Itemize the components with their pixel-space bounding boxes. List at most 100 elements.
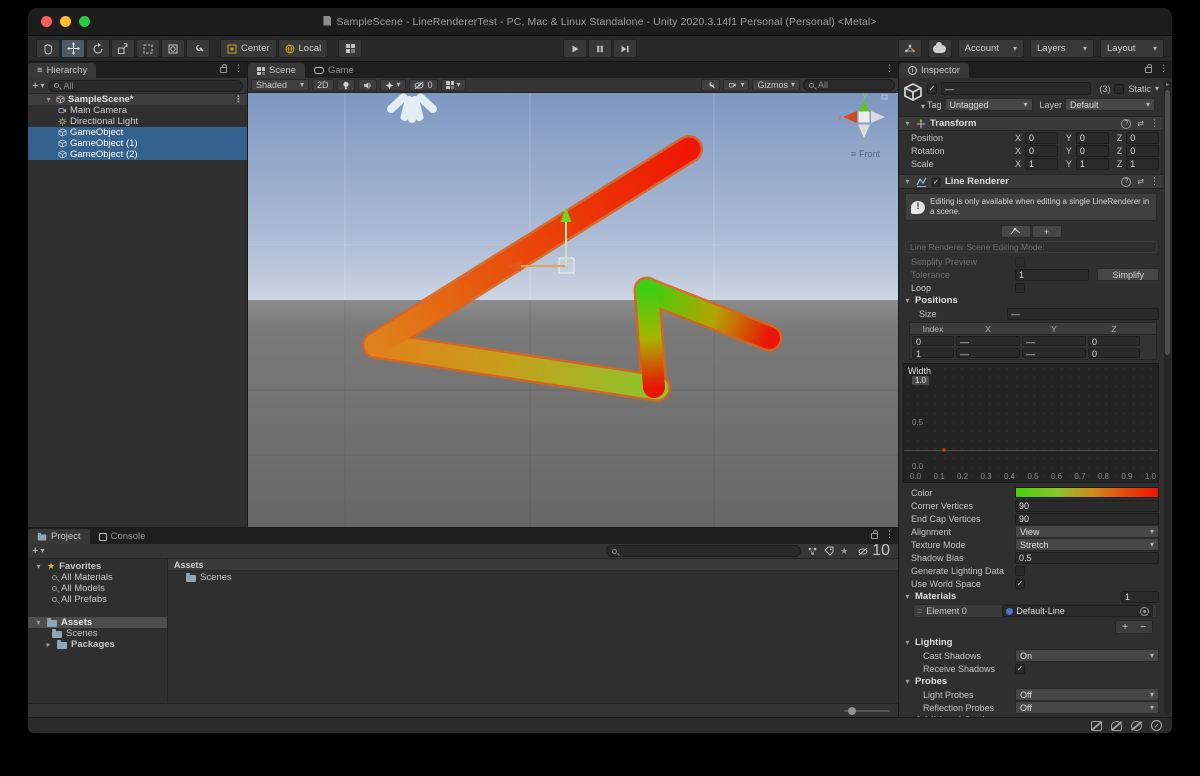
auto-generate-lighting-off-icon[interactable] — [1091, 720, 1102, 731]
account-dropdown[interactable]: Account ▾ — [957, 39, 1024, 58]
remove-material-button[interactable]: − — [1134, 621, 1152, 633]
collab-button[interactable] — [897, 39, 922, 58]
thumbnail-size-slider[interactable] — [844, 706, 890, 715]
panel-menu-icon[interactable]: ⋮ — [885, 530, 894, 539]
foldout-open-icon[interactable]: ▾ — [34, 618, 43, 627]
hierarchy-item-gameobject-1[interactable]: GameObject (1) — [28, 138, 247, 149]
cloud-button[interactable] — [927, 39, 952, 58]
scene-tools-button[interactable] — [701, 79, 721, 91]
position-z-field[interactable]: 0 — [1126, 131, 1160, 144]
bake-disabled-icon[interactable] — [1111, 720, 1122, 731]
move-tool-button[interactable] — [61, 39, 85, 58]
index-field[interactable]: 0 — [912, 336, 954, 347]
end-cap-vertices-field[interactable]: 90 — [1015, 512, 1159, 525]
line-renderer-header[interactable]: ▾ ✓ Line Renderer ? ⇄ ⋮ — [899, 174, 1163, 189]
2d-toggle-button[interactable]: 2D — [312, 79, 334, 91]
pause-button[interactable] — [588, 39, 612, 58]
scene-visibility-button[interactable]: 0 — [408, 79, 438, 91]
rotation-z-field[interactable]: 0 — [1126, 144, 1160, 157]
transform-header[interactable]: ▾ Transform ? ⇄ ⋮ — [899, 116, 1163, 131]
panel-menu-icon[interactable]: ⋮ — [234, 64, 243, 73]
tolerance-field[interactable]: 1 — [1015, 268, 1090, 281]
reflection-probes-dropdown[interactable]: Off ▾ — [1015, 701, 1159, 714]
positions-foldout[interactable]: ▾ Positions — [899, 294, 1163, 307]
edit-points-button[interactable] — [1000, 225, 1031, 238]
play-button[interactable] — [563, 39, 587, 58]
texture-mode-dropdown[interactable]: Stretch ▾ — [1015, 538, 1159, 551]
inspector-scrollbar[interactable]: ▸ — [1164, 80, 1171, 715]
lock-icon[interactable] — [1145, 64, 1152, 73]
lock-icon[interactable] — [871, 530, 878, 539]
y-field[interactable]: — — [1022, 348, 1086, 359]
z-field[interactable]: 0 — [1088, 348, 1140, 359]
scale-y-field[interactable]: 1 — [1075, 157, 1109, 170]
generate-lighting-checkbox[interactable] — [1015, 565, 1025, 576]
foldout-open-icon[interactable]: ▾ — [44, 95, 53, 104]
component-menu-icon[interactable]: ⋮ — [1150, 177, 1159, 186]
orientation-label[interactable]: ≡ Front — [851, 149, 880, 159]
add-points-button[interactable]: + — [1031, 225, 1062, 238]
search-by-label-icon[interactable] — [824, 546, 834, 556]
scene-menu-icon[interactable]: ⋮ — [234, 95, 243, 104]
z-field[interactable]: 0 — [1088, 336, 1140, 347]
probes-foldout[interactable]: ▾ Probes — [899, 675, 1163, 688]
tab-console[interactable]: Console — [90, 529, 155, 544]
tag-dropdown[interactable]: Untagged ▾ — [944, 98, 1033, 111]
favorites-folder[interactable]: ▾ ★ Favorites — [28, 561, 167, 572]
lighting-foldout[interactable]: ▾ Lighting — [899, 636, 1163, 649]
drag-handle-icon[interactable]: = — [917, 606, 922, 616]
tab-project[interactable]: Project — [28, 529, 90, 544]
gizmos-dropdown[interactable]: Gizmos ▾ — [752, 79, 800, 91]
grid-snap-button[interactable] — [338, 39, 363, 58]
assets-folder-row[interactable]: ▾ Assets — [28, 617, 167, 628]
scene-grid-dropdown[interactable]: ▾ — [440, 79, 466, 91]
x-field[interactable]: — — [956, 348, 1020, 359]
scroll-up-icon[interactable]: ▸ — [1164, 81, 1171, 88]
panel-menu-icon[interactable]: ⋮ — [885, 64, 894, 73]
width-curve-editor[interactable]: Width 1.0 0.5 0.0 0.0 0.1 0.2 0.3 0.4 0.5 0.6 0… — [903, 363, 1159, 483]
material-element-row[interactable]: = Element 0 Default-Line — [913, 604, 1157, 618]
scale-z-field[interactable]: 1 — [1126, 157, 1160, 170]
object-picker-icon[interactable] — [1140, 606, 1149, 616]
line-renderer-b[interactable] — [636, 279, 665, 398]
active-checkbox[interactable]: ✓ — [927, 83, 937, 94]
step-button[interactable] — [613, 39, 637, 58]
loop-checkbox[interactable] — [1015, 282, 1025, 293]
foldout-open-icon[interactable]: ▾ — [34, 562, 43, 571]
rotation-x-field[interactable]: 0 — [1025, 144, 1058, 157]
lock-icon[interactable] — [220, 64, 227, 73]
receive-shadows-checkbox[interactable]: ✓ — [1015, 663, 1025, 674]
scene-lighting-button[interactable] — [336, 79, 355, 91]
tab-scene[interactable]: Scene — [248, 63, 305, 78]
y-field[interactable]: — — [1022, 336, 1086, 347]
create-object-button[interactable]: + ▾ — [32, 80, 44, 92]
component-menu-icon[interactable]: ⋮ — [1150, 119, 1159, 128]
create-asset-button[interactable]: + ▾ — [32, 545, 44, 557]
favorite-all-models[interactable]: All Models — [28, 583, 167, 594]
hierarchy-search-input[interactable]: All — [48, 79, 243, 92]
simplify-button[interactable]: Simplify — [1097, 268, 1159, 281]
index-field[interactable]: 1 — [912, 348, 954, 359]
scrollbar-thumb[interactable] — [1165, 90, 1170, 355]
materials-foldout[interactable]: ▾ Materials 1 — [899, 590, 1163, 603]
scale-x-field[interactable]: 1 — [1025, 157, 1058, 170]
use-world-space-checkbox[interactable]: ✓ — [1015, 578, 1025, 589]
static-checkbox[interactable] — [1114, 83, 1125, 94]
help-icon[interactable]: ? — [1121, 176, 1132, 187]
scene-effects-dropdown[interactable]: ▾ — [379, 79, 406, 91]
color-gradient-field[interactable] — [1015, 487, 1159, 498]
hierarchy-item-directional-light[interactable]: Directional Light — [28, 116, 247, 127]
curve-key-point[interactable] — [942, 448, 946, 452]
caret-down-icon[interactable]: ▾ — [1155, 84, 1159, 93]
corner-vertices-field[interactable]: 90 — [1015, 499, 1159, 512]
panel-menu-icon[interactable]: ⋮ — [1159, 64, 1168, 73]
scene-row[interactable]: ▾ SampleScene* ⋮ — [28, 94, 247, 105]
rect-tool-button[interactable] — [136, 39, 160, 58]
hierarchy-item-gameobject[interactable]: GameObject — [28, 127, 247, 138]
scale-tool-button[interactable] — [111, 39, 135, 58]
asset-scenes-folder[interactable]: Scenes — [168, 571, 898, 584]
help-icon[interactable]: ? — [1121, 118, 1132, 129]
rotation-y-field[interactable]: 0 — [1075, 144, 1109, 157]
x-field[interactable]: — — [956, 336, 1020, 347]
tab-hierarchy[interactable]: ≡ Hierarchy — [28, 63, 97, 78]
